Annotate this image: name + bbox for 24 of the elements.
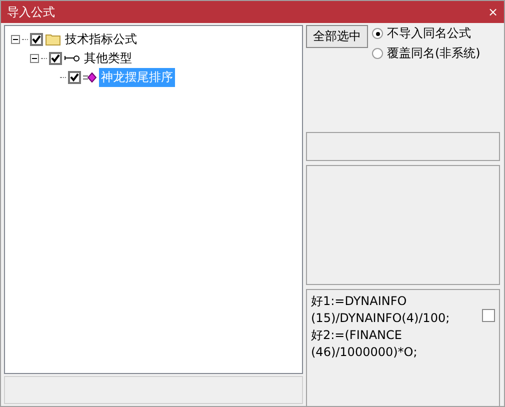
radio-label[interactable]: 不导入同名公式 — [387, 25, 471, 42]
code-line: 好2:=(FINANCE — [311, 327, 403, 344]
collapse-toggle[interactable] — [11, 35, 20, 44]
checkbox[interactable] — [68, 71, 81, 84]
input-field[interactable] — [306, 132, 500, 161]
radio-label[interactable]: 覆盖同名(非系统) — [387, 45, 480, 62]
radio-button[interactable] — [372, 48, 383, 59]
checkbox[interactable] — [30, 33, 43, 46]
close-button[interactable]: × — [488, 5, 498, 19]
collapse-toggle[interactable] — [30, 54, 39, 63]
code-line: 好1:=DYNAINFO — [311, 293, 408, 310]
key-icon — [64, 54, 80, 63]
window-title: 导入公式 — [7, 4, 55, 20]
tree-item[interactable]: 技术指标公式 — [63, 30, 139, 49]
diamond-icon — [83, 72, 97, 83]
radio-button[interactable] — [372, 28, 383, 39]
select-all-button[interactable]: 全部选中 — [306, 25, 368, 48]
checkbox[interactable] — [482, 309, 495, 322]
code-line: (15)/DYNAINFO(4)/100; — [311, 310, 451, 327]
tree-item[interactable]: 其他类型 — [82, 49, 134, 68]
code-line: (46)/1000000)*O; — [311, 344, 418, 361]
folder-icon — [45, 33, 61, 46]
formula-text-area[interactable]: 好1:=DYNAINFO (15)/DYNAINFO(4)/100; 好2:=(FINANCE (46)/1000000)*O; — [306, 289, 500, 406]
checkbox[interactable] — [49, 52, 62, 65]
